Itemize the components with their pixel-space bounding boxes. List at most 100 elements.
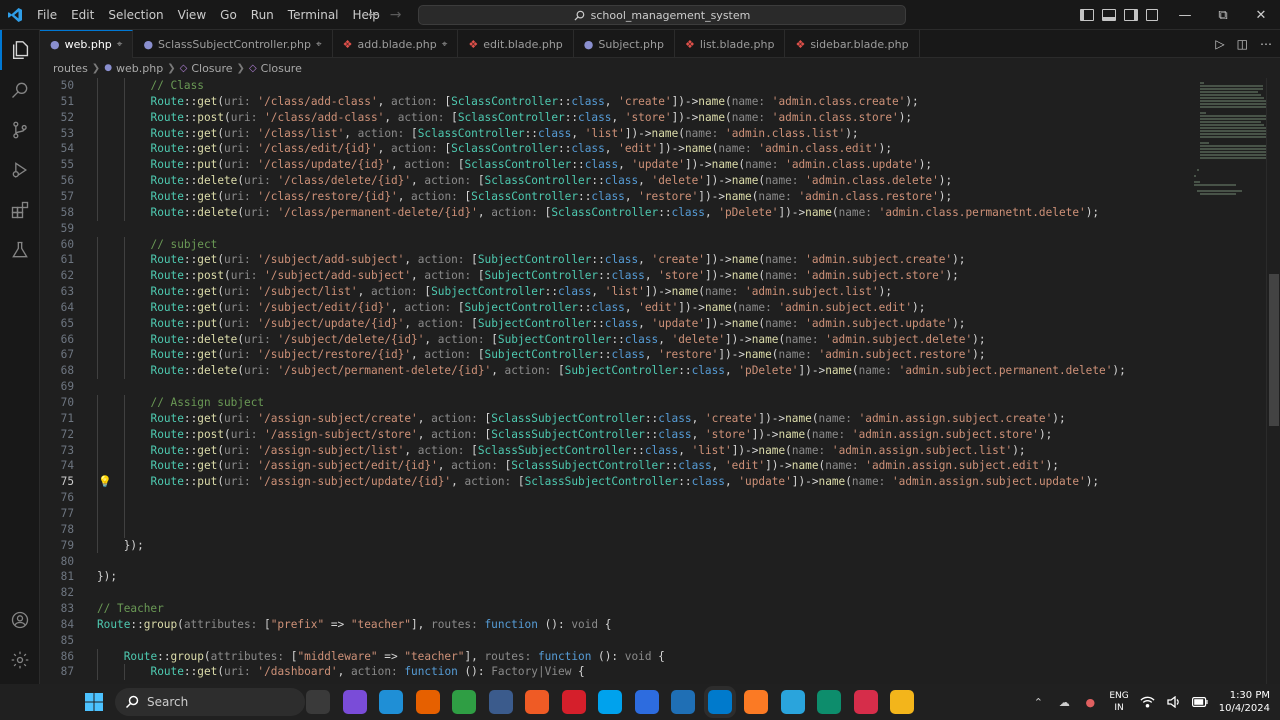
- language-indicator[interactable]: ENG IN: [1109, 690, 1128, 714]
- code-line[interactable]: 68 Route::delete (uri: '/subject/permanent…: [40, 363, 1190, 379]
- cloud-icon[interactable]: ☁: [1054, 692, 1074, 712]
- chevron-up-icon[interactable]: ⌃: [1028, 692, 1048, 712]
- toggle-primary-sidebar-icon[interactable]: [1080, 9, 1094, 21]
- code-line[interactable]: 80: [40, 554, 1190, 570]
- anydesk-icon[interactable]: [561, 690, 586, 714]
- breadcrumb-file[interactable]: web.php: [116, 62, 163, 75]
- scrollbar-thumb[interactable]: [1269, 274, 1279, 426]
- menu-file[interactable]: File: [30, 0, 64, 30]
- code-line[interactable]: 52 Route::post(uri: '/class/add-class', a…: [40, 110, 1190, 126]
- postman-icon[interactable]: [525, 690, 549, 714]
- tab-sclasssubjectcontroller-php[interactable]: ● SclassSubjectController.php ⌖: [133, 30, 333, 58]
- search-icon[interactable]: [0, 70, 40, 110]
- xampp-icon[interactable]: [744, 690, 768, 714]
- code-line[interactable]: 56 Route::delete(uri: '/class/delete/{id}…: [40, 173, 1190, 189]
- menu-go[interactable]: Go: [213, 0, 244, 30]
- screen-recorder-icon[interactable]: [853, 690, 878, 714]
- code-line[interactable]: 53 Route::get(uri: '/class/list', action:…: [40, 126, 1190, 142]
- code-line[interactable]: 69: [40, 379, 1190, 395]
- code-line[interactable]: 65 Route::put(uri: '/subject/update/{id}'…: [40, 316, 1190, 332]
- tab-add-blade-php[interactable]: ❖ add.blade.php ⌖: [333, 30, 459, 58]
- menu-edit[interactable]: Edit: [64, 0, 101, 30]
- testing-icon[interactable]: [0, 230, 40, 270]
- restore-icon[interactable]: ⧉: [1204, 0, 1242, 30]
- more-actions-icon[interactable]: ⋯: [1260, 37, 1272, 51]
- zoom-icon[interactable]: [634, 690, 659, 714]
- edge-dev-icon[interactable]: [817, 690, 841, 714]
- menu-run[interactable]: Run: [244, 0, 281, 30]
- code-line[interactable]: 51 Route::get(uri: '/class/add-class', ac…: [40, 94, 1190, 110]
- toggle-panel-icon[interactable]: [1102, 9, 1116, 21]
- code-line[interactable]: 64 Route::get(uri: '/subject/edit/{id}', …: [40, 300, 1190, 316]
- chrome-icon[interactable]: [452, 690, 476, 714]
- breadcrumb-symbol[interactable]: Closure: [261, 62, 302, 75]
- code-line[interactable]: 58 Route::delete (uri: '/class/permanent-d…: [40, 205, 1190, 221]
- code-line[interactable]: 87 Route::get(uri: '/dashboard', action: …: [40, 664, 1190, 680]
- pin-icon[interactable]: ⌖: [316, 39, 322, 50]
- code-line[interactable]: 83 // Teacher: [40, 601, 1190, 617]
- settings-gear-icon[interactable]: [0, 640, 40, 680]
- tab-subject-php[interactable]: ● Subject.php: [574, 30, 675, 58]
- firefox-icon[interactable]: [415, 690, 440, 714]
- pin-icon[interactable]: ⌖: [117, 39, 123, 50]
- snip-icon[interactable]: [488, 690, 513, 714]
- minimap[interactable]: [1190, 78, 1266, 238]
- tab-sidebar-blade-php[interactable]: ❖ sidebar.blade.php: [785, 30, 920, 58]
- code-line[interactable]: 86 Route::group(attributes: ["middleware"…: [40, 649, 1190, 665]
- code-line[interactable]: 71 Route::get(uri: '/assign-subject/creat…: [40, 411, 1190, 427]
- files-icon[interactable]: [306, 690, 330, 714]
- explorer-icon[interactable]: [890, 690, 914, 714]
- code-line[interactable]: 81});: [40, 569, 1190, 585]
- code-line[interactable]: 74 Route::get(uri: '/assign-subject/edit/…: [40, 458, 1190, 474]
- code-line[interactable]: 77: [40, 506, 1190, 522]
- telegram-icon[interactable]: [780, 690, 805, 714]
- split-editor-icon[interactable]: ◫: [1237, 37, 1248, 51]
- command-center-search[interactable]: school_management_system: [418, 5, 906, 25]
- code-line[interactable]: 60 // subject: [40, 237, 1190, 253]
- code-editor[interactable]: 50// Class 51 Route::get(uri: '/class/add-…: [40, 78, 1280, 684]
- menu-selection[interactable]: Selection: [101, 0, 170, 30]
- extensions-icon[interactable]: [0, 190, 40, 230]
- breadcrumb-symbol[interactable]: Closure: [191, 62, 232, 75]
- tab-list-blade-php[interactable]: ❖ list.blade.php: [675, 30, 786, 58]
- minimize-icon[interactable]: —: [1166, 0, 1204, 30]
- virtualbox-icon[interactable]: [671, 690, 695, 714]
- skype-icon[interactable]: [598, 690, 622, 714]
- vscode-icon[interactable]: [707, 690, 732, 714]
- toggle-secondary-sidebar-icon[interactable]: [1124, 9, 1138, 21]
- run-debug-icon[interactable]: [0, 150, 40, 190]
- code-line[interactable]: 78: [40, 522, 1190, 538]
- edge-icon[interactable]: [379, 690, 403, 714]
- code-line[interactable]: 61 Route::get(uri: '/subject/add-subject'…: [40, 252, 1190, 268]
- taskbar-search[interactable]: Search: [115, 688, 305, 716]
- code-line[interactable]: 62 Route::post(uri: '/subject/add-subject…: [40, 268, 1190, 284]
- editor-scrollbar[interactable]: [1266, 78, 1280, 684]
- customize-layout-icon[interactable]: [1146, 9, 1158, 21]
- close-icon[interactable]: ✕: [1242, 0, 1280, 30]
- lightbulb-icon[interactable]: 💡: [98, 474, 112, 490]
- forward-arrow-icon[interactable]: →: [390, 7, 402, 23]
- code-line[interactable]: 54 Route::get(uri: '/class/edit/{id}', ac…: [40, 141, 1190, 157]
- code-line[interactable]: 50 // Class: [40, 78, 1190, 94]
- copilot-icon[interactable]: [342, 690, 367, 714]
- pin-icon[interactable]: ⌖: [442, 39, 448, 50]
- tab-web-php[interactable]: ● web.php ⌖: [40, 30, 134, 58]
- code-line[interactable]: 79});: [40, 538, 1190, 554]
- source-control-icon[interactable]: [0, 110, 40, 150]
- code-line[interactable]: 63 Route::get(uri: '/subject/list', actio…: [40, 284, 1190, 300]
- tab-edit-blade-php[interactable]: ❖ edit.blade.php: [458, 30, 574, 58]
- code-line[interactable]: 55 Route::put(uri: '/class/update/{id}', …: [40, 157, 1190, 173]
- code-lines[interactable]: 50// Class 51 Route::get(uri: '/class/add-…: [40, 78, 1190, 684]
- code-line[interactable]: 75 💡 Route::put(uri: '/assign-subject/upda…: [40, 474, 1190, 490]
- code-line[interactable]: 76: [40, 490, 1190, 506]
- code-line[interactable]: 85: [40, 633, 1190, 649]
- back-arrow-icon[interactable]: ←: [368, 7, 380, 23]
- code-line[interactable]: 70 // Assign subject: [40, 395, 1190, 411]
- menu-terminal[interactable]: Terminal: [281, 0, 346, 30]
- battery-icon[interactable]: [1190, 692, 1210, 712]
- wifi-icon[interactable]: [1138, 692, 1158, 712]
- code-line[interactable]: 59: [40, 221, 1190, 237]
- code-line[interactable]: 67 Route::get(uri: '/subject/restore/{id}…: [40, 347, 1190, 363]
- code-line[interactable]: 73 Route::get(uri: '/assign-subject/list'…: [40, 443, 1190, 459]
- code-line[interactable]: 72 Route::post(uri: '/assign-subject/stor…: [40, 427, 1190, 443]
